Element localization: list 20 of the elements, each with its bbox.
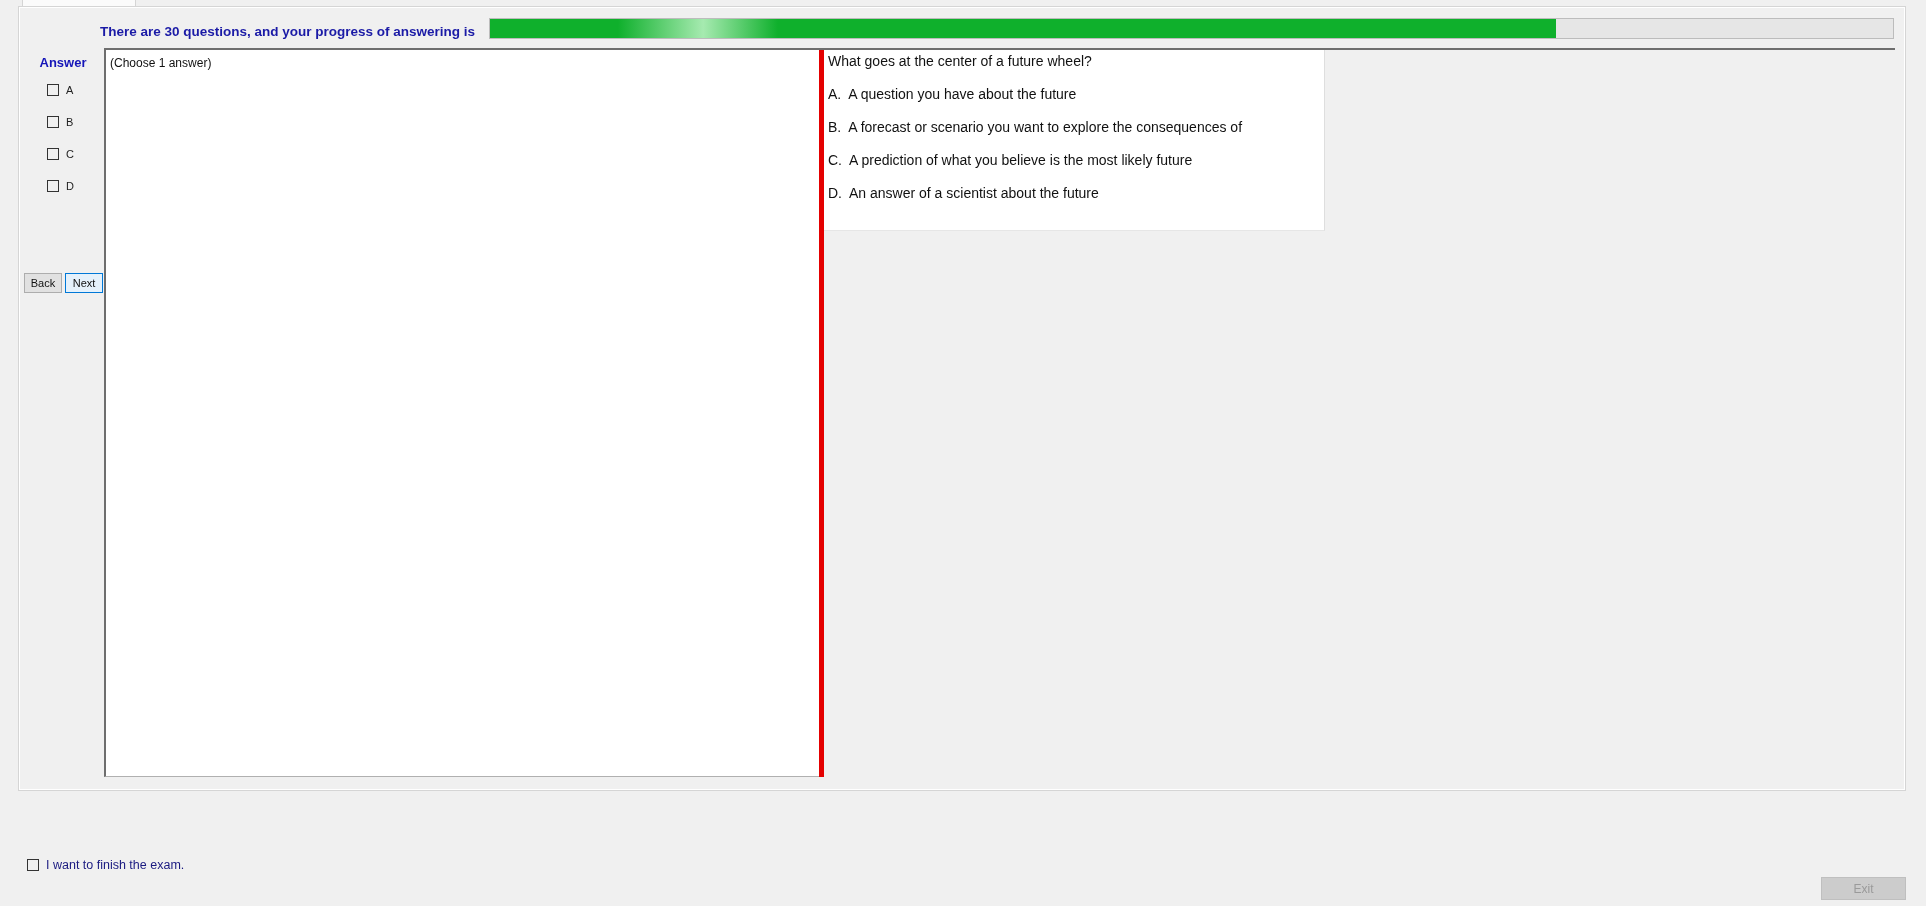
checkbox[interactable]	[47, 84, 59, 96]
option-text: D. An answer of a scientist about the future	[828, 185, 1100, 203]
question-text: What goes at the center of a future wheel?	[828, 53, 1093, 71]
checkbox-label[interactable]: I want to finish the exam.	[46, 858, 185, 872]
option-text: B. A forecast or scenario you want to explore the consequences of	[828, 119, 1244, 137]
nav-button[interactable]: Next	[65, 273, 103, 293]
checkbox[interactable]	[47, 148, 59, 160]
progress-text: There are 30 questions, and your progress of answering is	[100, 23, 476, 39]
nav-button[interactable]: Back	[24, 273, 62, 293]
checkbox[interactable]	[47, 116, 59, 128]
answer-title: Answer	[38, 55, 88, 71]
checkbox-label[interactable]: B	[66, 116, 74, 128]
checkbox-label[interactable]: D	[66, 180, 74, 192]
option-text: C. A prediction of what you believe is the most likely future	[828, 152, 1194, 170]
option-text: A. A question you have about the future	[828, 86, 1078, 104]
checkbox-label[interactable]: A	[66, 84, 74, 96]
instruction-text: (Choose 1 answer)	[110, 56, 212, 70]
checkbox[interactable]	[27, 859, 39, 871]
checkbox[interactable]	[47, 180, 59, 192]
checkbox-label[interactable]: C	[66, 148, 74, 160]
